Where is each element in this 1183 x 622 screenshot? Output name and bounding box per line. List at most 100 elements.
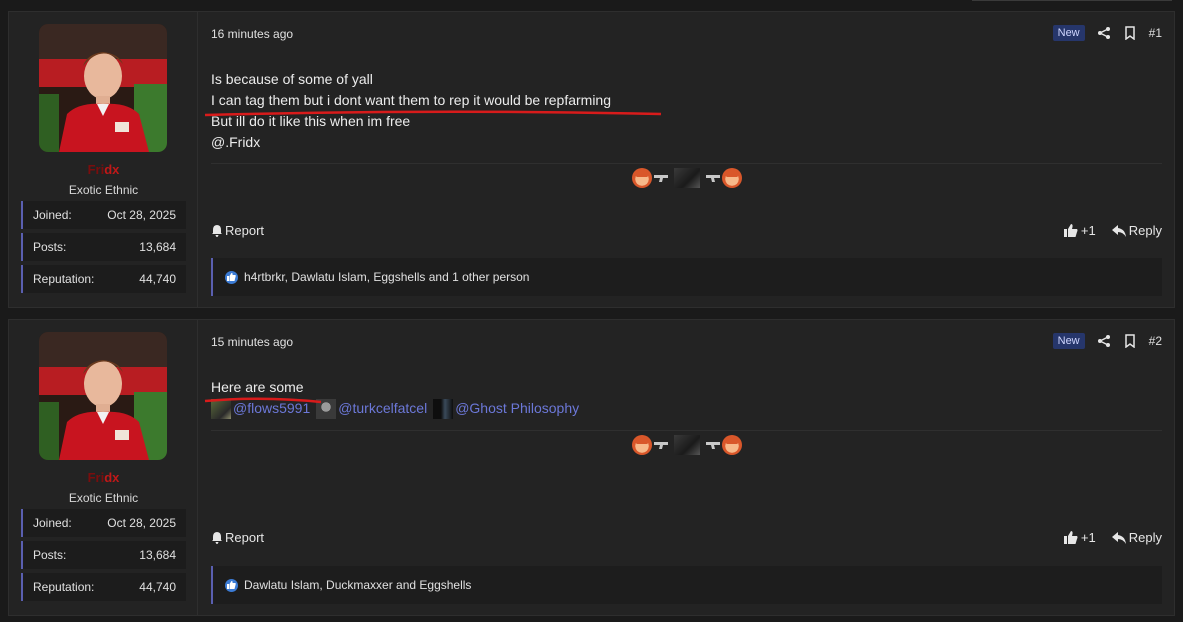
- top-divider: [972, 0, 1172, 1]
- share-icon[interactable]: [1097, 26, 1111, 40]
- bell-icon: [212, 532, 222, 544]
- post-line: Is because of some of yall: [211, 71, 373, 87]
- bookmark-icon[interactable]: [1123, 334, 1137, 348]
- post-number[interactable]: #1: [1149, 26, 1162, 40]
- bookmark-icon[interactable]: [1123, 26, 1137, 40]
- avatar[interactable]: [39, 332, 167, 460]
- avatar[interactable]: [39, 24, 167, 152]
- post-number[interactable]: #2: [1149, 334, 1162, 348]
- mention-text: @turkcelfatcel: [338, 400, 428, 416]
- bell-icon: [212, 225, 222, 237]
- mention-link[interactable]: @Ghost Philosophy: [433, 398, 579, 419]
- face-emoji-icon: [631, 435, 652, 455]
- reactions-list[interactable]: Dawlatu Islam, Duckmaxxer and Eggshells: [244, 578, 471, 592]
- stat-joined: Joined: Oct 28, 2025: [21, 509, 186, 537]
- red-underline-annotation: [204, 110, 662, 117]
- thumbs-up-icon: [1063, 224, 1078, 237]
- post-actions: Report +1 Reply: [211, 223, 1162, 243]
- post-body: Here are some @flows5991 @turkcelfatcel …: [204, 377, 1162, 419]
- reply-button[interactable]: Reply: [1111, 223, 1162, 238]
- reactions-bar[interactable]: Dawlatu Islam, Duckmaxxer and Eggshells: [211, 566, 1162, 604]
- like-button[interactable]: +1: [1063, 530, 1096, 545]
- like-reaction-icon: [225, 270, 238, 284]
- reply-button[interactable]: Reply: [1111, 530, 1162, 545]
- post-body: Is because of some of yall I can tag the…: [204, 69, 1162, 153]
- report-button[interactable]: Report: [211, 223, 264, 238]
- like-count: +1: [1080, 530, 1096, 545]
- stat-label: Reputation:: [33, 272, 95, 286]
- post-header-tools: New #2: [1052, 332, 1162, 350]
- new-badge: New: [1052, 25, 1085, 41]
- stat-label: Joined:: [33, 208, 72, 222]
- stat-value: 13,684: [139, 240, 176, 254]
- stat-reputation: Reputation: 44,740: [21, 573, 186, 601]
- like-button[interactable]: +1: [1063, 223, 1096, 238]
- user-title: Exotic Ethnic: [68, 491, 139, 505]
- reply-label: Reply: [1128, 530, 1162, 545]
- user-info-panel: Fridx Exotic Ethnic Joined: Oct 28, 2025 …: [9, 320, 198, 615]
- like-reaction-icon: [225, 578, 238, 592]
- thumbs-up-icon: [1063, 531, 1078, 544]
- gun-icon: [653, 442, 668, 449]
- signature-image: [673, 435, 700, 455]
- post-line-text: Here are some: [211, 379, 304, 395]
- stat-value: 44,740: [139, 272, 176, 286]
- face-emoji-icon: [631, 168, 652, 188]
- username-highlight: dx: [104, 162, 120, 177]
- post-time[interactable]: 15 minutes ago: [211, 335, 293, 349]
- signature: [631, 435, 742, 455]
- reactions-list[interactable]: h4rtbrkr, Dawlatu Islam, Eggshells and 1…: [244, 270, 529, 284]
- username[interactable]: Fridx: [9, 470, 198, 485]
- post-content: 16 minutes ago New #1 Is because of some…: [204, 12, 1162, 307]
- post-actions: Report +1 Reply: [211, 530, 1162, 550]
- report-button[interactable]: Report: [211, 530, 264, 545]
- reactions-bar[interactable]: h4rtbrkr, Dawlatu Islam, Eggshells and 1…: [211, 258, 1162, 296]
- new-badge: New: [1052, 333, 1085, 349]
- reply-icon: [1111, 531, 1126, 544]
- post-2: Fridx Exotic Ethnic Joined: Oct 28, 2025 …: [8, 319, 1175, 616]
- mention-text: @Ghost Philosophy: [455, 400, 580, 416]
- gun-icon: [653, 175, 668, 182]
- user-title: Exotic Ethnic: [68, 183, 139, 197]
- post-line: @.Fridx: [211, 134, 261, 150]
- gun-icon: [705, 442, 720, 449]
- username[interactable]: Fridx: [9, 162, 198, 177]
- signature-divider: [211, 163, 1162, 164]
- signature-image: [673, 168, 700, 188]
- stat-value: 13,684: [139, 548, 176, 562]
- report-label: Report: [225, 530, 265, 545]
- post-header-tools: New #1: [1052, 24, 1162, 42]
- signature: [631, 168, 742, 188]
- report-label: Report: [225, 223, 265, 238]
- post-line-underlined: I can tag them but i dont want them to r…: [204, 90, 662, 117]
- post-line-text: I can tag them but i dont want them to r…: [211, 92, 611, 108]
- post-content: 15 minutes ago New #2 Here are some @flo…: [204, 320, 1162, 615]
- username-part: Fri: [87, 162, 105, 177]
- stat-value: 44,740: [139, 580, 176, 594]
- mention-link[interactable]: @turkcelfatcel: [316, 398, 427, 419]
- stat-posts: Posts: 13,684: [21, 541, 186, 569]
- stat-label: Joined:: [33, 516, 72, 530]
- stat-reputation: Reputation: 44,740: [21, 265, 186, 293]
- stat-value: Oct 28, 2025: [107, 208, 176, 222]
- post-line-underlined: Here are some: [204, 377, 322, 404]
- stat-joined: Joined: Oct 28, 2025: [21, 201, 186, 229]
- mention-avatar: [433, 398, 454, 419]
- username-highlight: dx: [104, 470, 120, 485]
- username-part: Fri: [87, 470, 105, 485]
- share-icon[interactable]: [1097, 334, 1111, 348]
- post-time[interactable]: 16 minutes ago: [211, 27, 293, 41]
- red-underline-annotation: [204, 397, 322, 404]
- stat-label: Reputation:: [33, 580, 95, 594]
- post-1: Fridx Exotic Ethnic Joined: Oct 28, 2025 …: [8, 11, 1175, 308]
- like-count: +1: [1080, 223, 1096, 238]
- reply-label: Reply: [1128, 223, 1162, 238]
- reply-icon: [1111, 224, 1126, 237]
- gun-icon: [705, 175, 720, 182]
- signature-divider: [211, 430, 1162, 431]
- stat-label: Posts:: [33, 240, 67, 254]
- user-info-panel: Fridx Exotic Ethnic Joined: Oct 28, 2025 …: [9, 12, 198, 307]
- mentions-row: @flows5991 @turkcelfatcel @Ghost Philoso…: [211, 398, 1162, 419]
- stat-value: Oct 28, 2025: [107, 516, 176, 530]
- stat-label: Posts:: [33, 548, 67, 562]
